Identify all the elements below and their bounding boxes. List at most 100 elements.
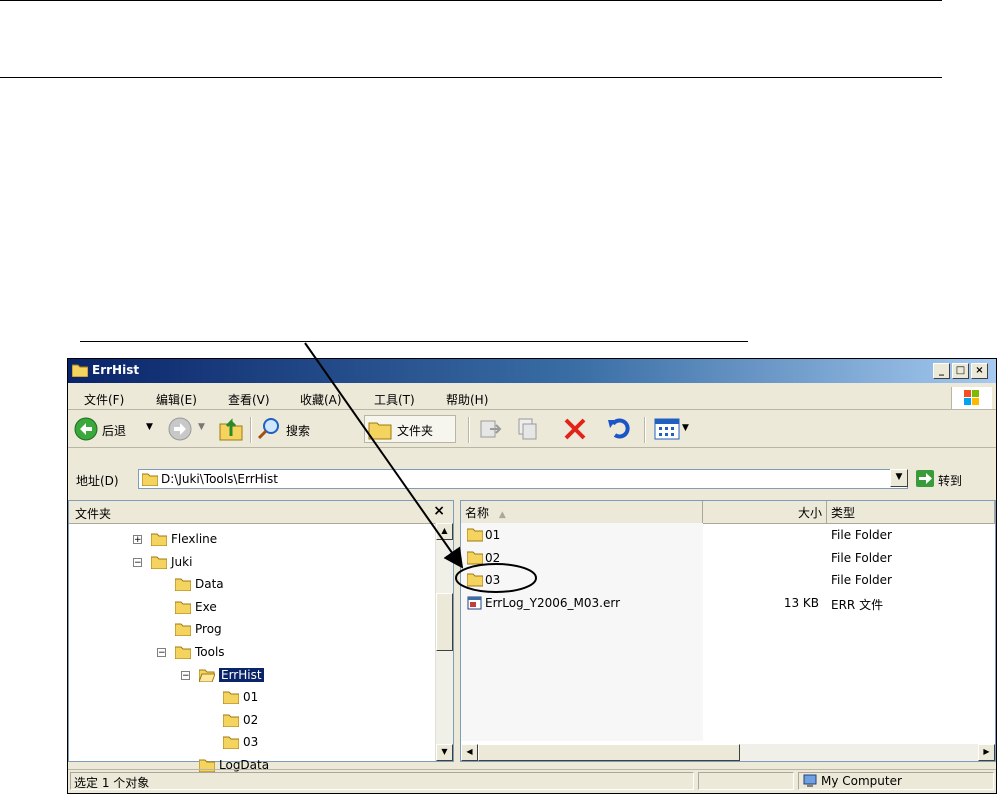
list-item[interactable]: 02 File Folder <box>461 548 995 570</box>
title-bar[interactable]: ErrHist _ □ × <box>68 359 996 383</box>
hscroll-thumb[interactable] <box>478 744 740 761</box>
collapse-icon[interactable]: − <box>133 557 142 567</box>
column-header-size[interactable]: 大小 <box>703 501 827 523</box>
forward-dropdown-icon[interactable]: ▼ <box>198 422 205 432</box>
folder-icon <box>175 601 191 614</box>
status-zone-label: My Computer <box>821 774 902 788</box>
tree-item[interactable]: + Flexline <box>69 531 429 549</box>
menu-edit[interactable]: 编辑(E) <box>156 391 197 408</box>
scroll-up-button[interactable]: ▲ <box>436 523 453 540</box>
views-dropdown-icon[interactable]: ▼ <box>682 423 689 433</box>
menu-view[interactable]: 查看(V) <box>228 391 270 408</box>
list-item[interactable]: 03 File Folder <box>461 570 995 592</box>
menu-help[interactable]: 帮助(H) <box>446 391 488 408</box>
go-arrow-icon[interactable] <box>916 470 934 487</box>
tree-item[interactable]: 02 <box>69 712 429 730</box>
menu-favorites[interactable]: 收藏(A) <box>300 391 342 408</box>
close-icon[interactable]: × <box>433 503 445 519</box>
back-arrow-icon <box>74 417 98 441</box>
tree-item[interactable]: Prog <box>69 621 429 639</box>
minimize-button[interactable]: _ <box>933 363 950 379</box>
menu-bar: 文件(F) 编辑(E) 查看(V) 收藏(A) 工具(T) 帮助(H) <box>68 385 996 410</box>
back-label: 后退 <box>102 424 127 438</box>
computer-icon <box>803 774 817 787</box>
copy-to-icon[interactable] <box>514 415 540 443</box>
folder-icon <box>467 528 483 542</box>
search-icon <box>257 418 279 440</box>
collapse-icon[interactable]: − <box>157 648 166 658</box>
folder-icon <box>223 736 239 750</box>
list-item[interactable]: ErrLog_Y2006_M03.err 13 KB ERR 文件 <box>461 593 995 615</box>
folders-button[interactable]: 文件夹 <box>364 415 456 443</box>
forward-arrow-icon <box>168 417 192 441</box>
address-dropdown-button[interactable]: ▼ <box>890 469 908 487</box>
tree-item[interactable]: 03 <box>69 734 429 752</box>
scroll-left-button[interactable]: ◀ <box>461 744 478 761</box>
up-folder-icon[interactable] <box>218 415 244 443</box>
back-button[interactable]: 后退 ▼ <box>74 415 164 443</box>
tree-item-label: Exe <box>195 599 217 614</box>
column-header-row: 名称 ▲ 大小 类型 <box>461 501 995 524</box>
horizontal-scrollbar[interactable]: ◀ ▶ <box>461 744 995 761</box>
column-header-name[interactable]: 名称 ▲ <box>461 501 703 523</box>
folders-icon <box>368 422 392 440</box>
explorer-window: ErrHist _ □ × 文件(F) 编辑(E) 查看(V) 收藏(A) 工具… <box>67 358 997 794</box>
address-input[interactable]: D:\Juki\Tools\ErrHist <box>138 469 908 489</box>
second-rule <box>0 77 942 78</box>
views-button[interactable]: ▼ <box>654 415 694 443</box>
scroll-down-button[interactable]: ▼ <box>436 744 453 761</box>
column-name-label: 名称 <box>465 506 490 520</box>
forward-button[interactable]: ▼ <box>168 415 212 443</box>
folder-icon <box>467 551 483 565</box>
folder-icon <box>175 646 191 659</box>
tree-item-label: 03 <box>243 735 259 750</box>
column-type-label: 类型 <box>831 506 856 520</box>
column-header-type[interactable]: 类型 <box>827 501 995 523</box>
move-to-icon[interactable] <box>478 415 504 443</box>
tree-item[interactable]: − Juki <box>69 554 429 572</box>
tree-item-label: Juki <box>171 554 193 569</box>
folder-icon <box>223 714 239 727</box>
column-size-label: 大小 <box>797 506 822 520</box>
cell-type: File Folder <box>831 550 892 565</box>
views-icon <box>654 418 680 440</box>
folder-pane-title: 文件夹 <box>75 507 112 521</box>
tree-vertical-scrollbar[interactable]: ▲ ▼ <box>435 523 453 761</box>
tree-item[interactable]: − Tools <box>69 644 429 662</box>
tree-item[interactable]: Exe <box>69 599 429 617</box>
scroll-thumb[interactable] <box>436 593 453 651</box>
undo-icon[interactable] <box>606 415 632 443</box>
maximize-button[interactable]: □ <box>952 363 969 379</box>
folder-icon <box>467 573 483 587</box>
cell-size: 13 KB <box>783 595 819 610</box>
scroll-right-button[interactable]: ▶ <box>978 744 995 761</box>
standard-toolbar: 后退 ▼ ▼ 搜索 文件夹 ▼ <box>68 411 996 448</box>
folder-icon <box>151 533 167 546</box>
cell-type: ERR 文件 <box>831 597 884 612</box>
folder-icon <box>142 473 158 486</box>
expand-icon[interactable]: + <box>133 535 142 545</box>
cell-name: ErrLog_Y2006_M03.err <box>485 595 621 610</box>
tree-item-label: 01 <box>243 690 259 705</box>
menu-tools[interactable]: 工具(T) <box>374 391 415 408</box>
go-button[interactable]: 转到 <box>938 472 962 489</box>
caption-rule <box>80 341 748 342</box>
menu-file[interactable]: 文件(F) <box>84 391 124 408</box>
folder-icon <box>175 578 191 592</box>
delete-icon[interactable] <box>562 415 588 443</box>
tree-item[interactable]: Data <box>69 576 429 594</box>
search-button[interactable]: 搜索 <box>256 415 336 443</box>
windows-logo-icon <box>951 387 992 409</box>
sort-ascending-icon: ▲ <box>498 510 506 520</box>
tree-item[interactable]: − ErrHist <box>69 667 429 685</box>
file-icon <box>467 596 482 610</box>
folders-label: 文件夹 <box>397 424 434 438</box>
close-button[interactable]: × <box>971 363 988 379</box>
collapse-icon[interactable]: − <box>181 670 190 680</box>
list-item[interactable]: 01 File Folder <box>461 525 995 547</box>
cell-name: 02 <box>485 550 501 565</box>
cell-name: 01 <box>485 528 501 542</box>
address-label: 地址(D) <box>76 474 119 488</box>
tree-item[interactable]: 01 <box>69 689 429 707</box>
back-dropdown-icon[interactable]: ▼ <box>146 422 153 432</box>
